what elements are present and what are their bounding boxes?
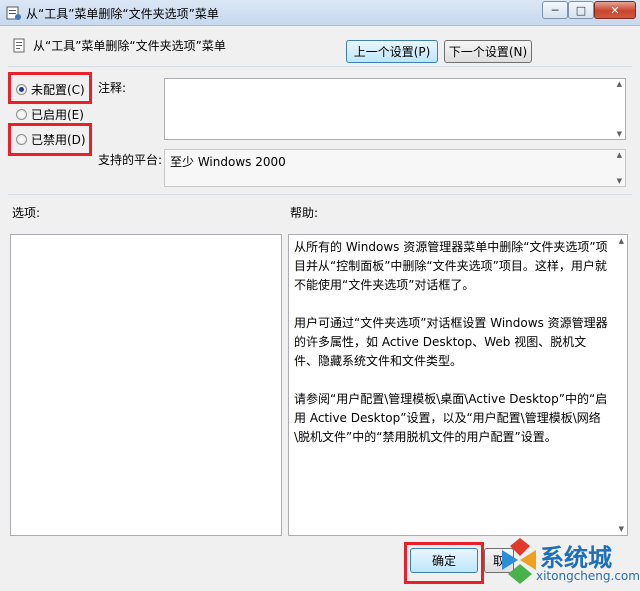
- setting-icon: [12, 38, 28, 54]
- policy-icon: [6, 5, 22, 21]
- radio-dot[interactable]: [16, 109, 27, 120]
- comment-textarea[interactable]: ▲ ▼: [164, 78, 626, 140]
- scroll-up-icon[interactable]: ▲: [619, 237, 624, 245]
- help-paragraph: 请参阅“用户配置\管理模板\桌面\Active Desktop”中的“启用 Ac…: [294, 392, 608, 444]
- scroll-up-icon[interactable]: ▲: [617, 80, 622, 88]
- watermark-brand: 系统城: [540, 544, 612, 572]
- help-label: 帮助:: [290, 206, 319, 220]
- platform-value: 至少 Windows 2000: [170, 155, 286, 169]
- divider: [8, 194, 632, 195]
- scroll-down-icon[interactable]: ▼: [617, 130, 622, 138]
- comment-scrollbar[interactable]: ▲ ▼: [611, 79, 625, 139]
- minimize-button[interactable]: ─: [542, 1, 568, 19]
- options-pane[interactable]: [10, 234, 282, 536]
- watermark-url: xitongcheng.com: [536, 569, 640, 583]
- radio-label: 已启用(E): [31, 108, 84, 122]
- maximize-button[interactable]: □: [568, 1, 594, 19]
- platform-label: 支持的平台:: [98, 153, 163, 167]
- close-button[interactable]: ✕: [594, 1, 636, 19]
- highlight-box-ok: [404, 542, 484, 584]
- scroll-down-icon[interactable]: ▼: [617, 177, 622, 185]
- help-paragraph: 用户可通过“文件夹选项”对话框设置 Windows 资源管理器的许多属性，如 A…: [294, 316, 608, 368]
- previous-setting-button[interactable]: 上一个设置(P): [346, 40, 438, 63]
- help-pane[interactable]: 从所有的 Windows 资源管理器菜单中删除“文件夹选项”项目并从“控制面板”…: [288, 234, 628, 536]
- help-scrollbar[interactable]: ▲ ▼: [613, 235, 627, 535]
- window-title: 从“工具”菜单删除“文件夹选项”菜单: [26, 7, 219, 21]
- platform-scrollbar[interactable]: ▲ ▼: [611, 150, 625, 186]
- help-text: 从所有的 Windows 资源管理器菜单中删除“文件夹选项”项目并从“控制面板”…: [294, 238, 610, 466]
- options-label: 选项:: [12, 206, 41, 220]
- scroll-down-icon[interactable]: ▼: [619, 525, 624, 533]
- next-setting-button[interactable]: 下一个设置(N): [444, 40, 532, 63]
- comment-label: 注释:: [98, 81, 127, 95]
- divider: [8, 66, 632, 67]
- scroll-up-icon[interactable]: ▲: [617, 151, 622, 159]
- highlight-box-disabled: [8, 123, 92, 156]
- setting-name: 从“工具”菜单删除“文件夹选项”菜单: [33, 39, 226, 53]
- help-paragraph: 从所有的 Windows 资源管理器菜单中删除“文件夹选项”项目并从“控制面板”…: [294, 240, 608, 292]
- highlight-box-not-configured: [8, 72, 92, 104]
- radio-enabled[interactable]: 已启用(E): [16, 106, 84, 123]
